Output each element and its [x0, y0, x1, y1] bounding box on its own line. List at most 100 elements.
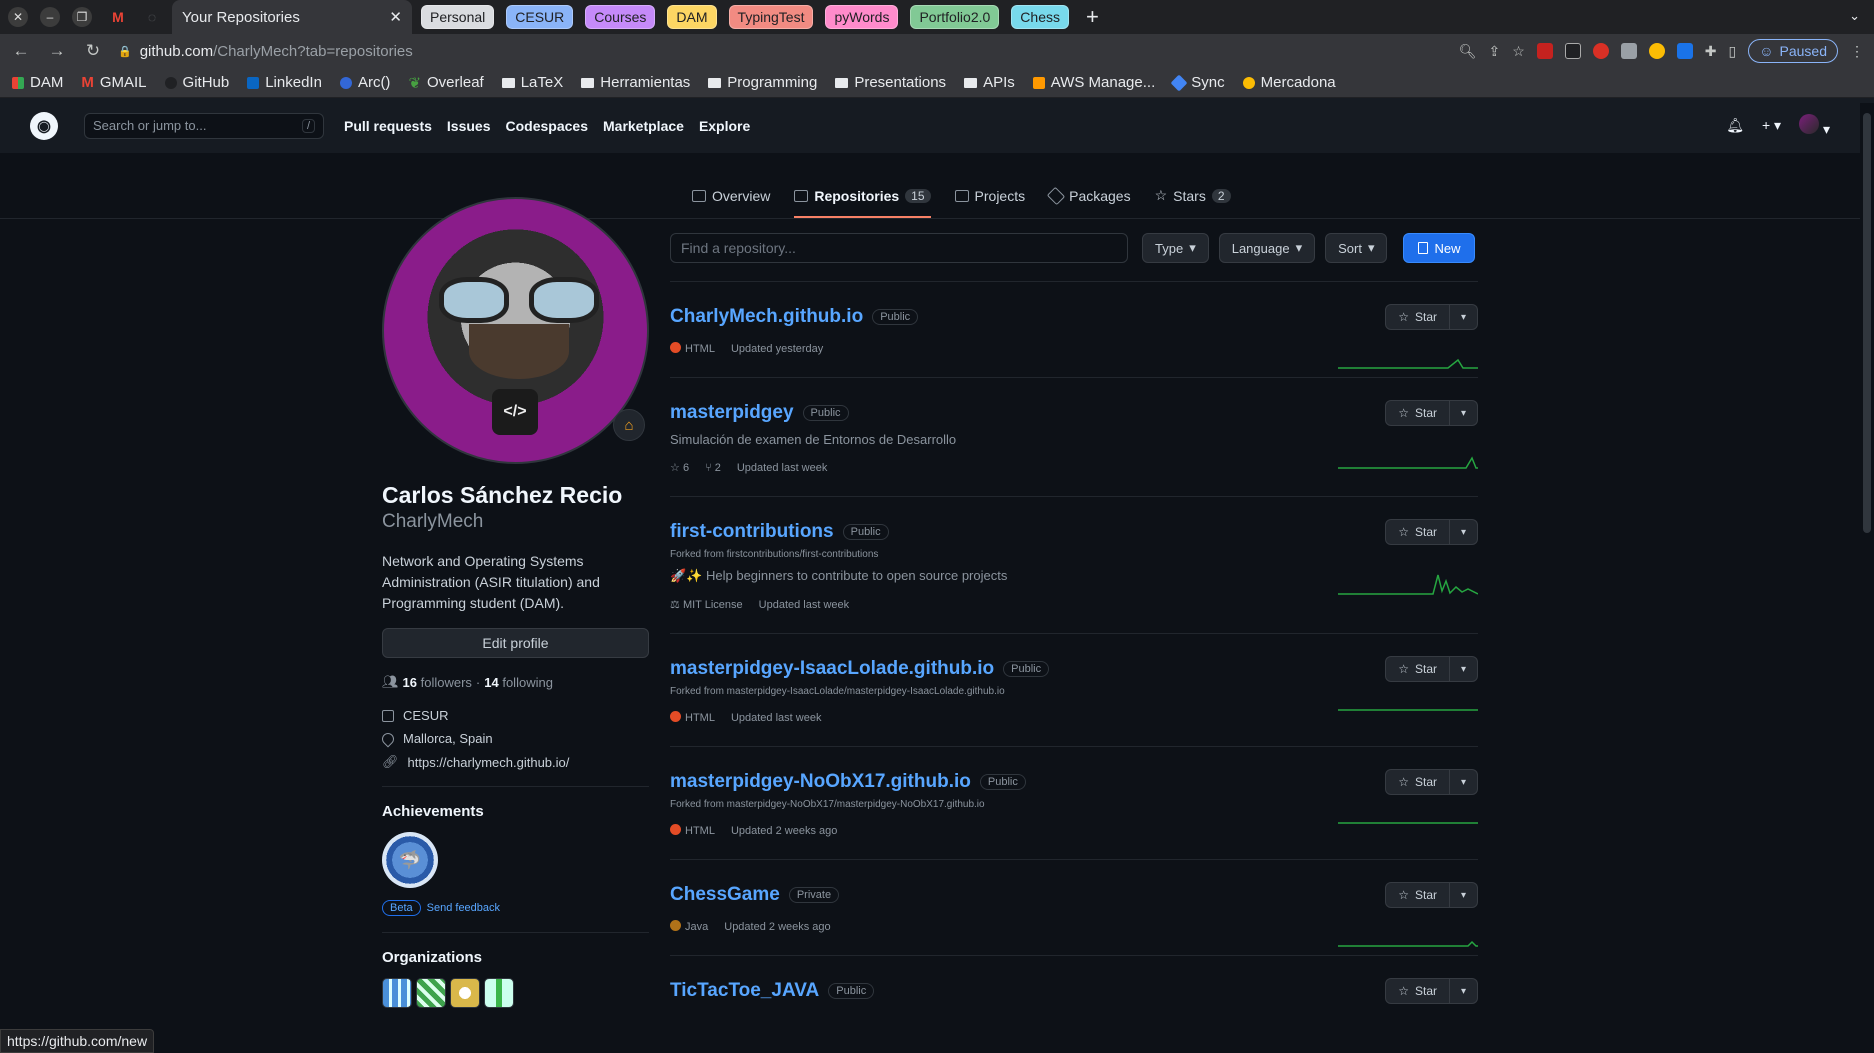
nav-marketplace[interactable]: Marketplace: [603, 118, 684, 134]
nav-pull-requests[interactable]: Pull requests: [344, 118, 432, 134]
forward-icon[interactable]: →: [46, 41, 68, 61]
tab-group-chess[interactable]: Chess: [1011, 5, 1069, 29]
tab-packages[interactable]: Packages: [1046, 186, 1131, 218]
github-logo-icon[interactable]: ◉: [30, 111, 58, 140]
repo-name-link[interactable]: masterpidgey-NoObX17.github.io: [670, 771, 971, 793]
repo-name-link[interactable]: masterpidgey: [670, 402, 794, 424]
bookmark-programming[interactable]: Programming: [708, 74, 817, 91]
type-dropdown[interactable]: Type ▾: [1142, 233, 1209, 263]
extension-icon[interactable]: [1620, 43, 1637, 59]
language-dropdown[interactable]: Language ▾: [1218, 233, 1316, 263]
bookmark-dam[interactable]: DAM: [12, 74, 63, 91]
new-repository-button[interactable]: New: [1403, 233, 1476, 263]
sort-dropdown[interactable]: Sort ▾: [1325, 233, 1388, 263]
bookmark-linkedin[interactable]: LinkedIn: [247, 74, 322, 91]
star-list-dropdown[interactable]: ▾: [1450, 400, 1478, 426]
star-list-dropdown[interactable]: ▾: [1450, 882, 1478, 908]
back-icon[interactable]: ←: [10, 41, 32, 61]
nav-explore[interactable]: Explore: [699, 118, 750, 134]
stargazers-link[interactable]: ☆ 6: [670, 461, 689, 474]
repo-name-link[interactable]: masterpidgey-IsaacLolade.github.io: [670, 658, 994, 680]
achievement-badge-icon[interactable]: 🦈: [382, 832, 438, 888]
url-field[interactable]: 🔒 github.com/CharlyMech?tab=repositories: [118, 43, 1445, 60]
bookmark-herramientas[interactable]: Herramientas: [581, 74, 690, 91]
star-button[interactable]: ☆ Star: [1385, 769, 1450, 795]
repo-name-link[interactable]: first-contributions: [670, 521, 834, 543]
tab-group-personal[interactable]: Personal: [421, 5, 495, 29]
tab-group-courses[interactable]: Courses: [585, 5, 656, 29]
puzzle-icon[interactable]: ✚: [1705, 43, 1717, 60]
star-button[interactable]: ☆ Star: [1385, 978, 1450, 1004]
repo-name-link[interactable]: ChessGame: [670, 884, 780, 906]
followers-link[interactable]: 16 followers: [403, 675, 472, 690]
tab-search-icon[interactable]: ⌄: [1849, 8, 1860, 24]
tab-overview[interactable]: Overview: [692, 188, 770, 218]
user-menu[interactable]: ▾: [1799, 113, 1830, 138]
notifications-bell-icon[interactable]: 🔔︎: [1726, 117, 1744, 134]
extension-icon[interactable]: [1592, 43, 1609, 59]
minimize-window-icon[interactable]: –: [40, 7, 60, 27]
extension-icon[interactable]: [1536, 43, 1553, 59]
set-status-icon[interactable]: ⌂: [613, 409, 645, 441]
tab-group-portfolio[interactable]: Portfolio2.0: [910, 5, 1000, 29]
bookmark-latex[interactable]: LaTeX: [501, 74, 563, 91]
sidepanel-icon[interactable]: ▯: [1729, 43, 1737, 60]
website-link[interactable]: https://charlymech.github.io/: [408, 755, 570, 770]
organization-avatar[interactable]: [484, 978, 514, 1008]
restore-window-icon[interactable]: ❐: [72, 7, 92, 27]
tab-projects[interactable]: Projects: [954, 188, 1025, 218]
scrollbar-thumb[interactable]: [1863, 113, 1871, 533]
star-button[interactable]: ☆ Star: [1385, 304, 1450, 330]
star-list-dropdown[interactable]: ▾: [1450, 304, 1478, 330]
tab-group-dam[interactable]: DAM: [667, 5, 717, 29]
following-link[interactable]: 14 following: [484, 675, 553, 690]
zoom-icon[interactable]: 🔍︎: [1459, 43, 1477, 60]
nav-issues[interactable]: Issues: [447, 118, 491, 134]
close-tab-icon[interactable]: ✕: [389, 8, 402, 26]
share-icon[interactable]: ⇪: [1488, 43, 1500, 60]
star-button[interactable]: ☆ Star: [1385, 519, 1450, 545]
page-scrollbar[interactable]: [1860, 103, 1874, 1053]
bookmark-sync[interactable]: Sync: [1170, 74, 1225, 91]
organization-avatar[interactable]: [416, 978, 446, 1008]
reload-icon[interactable]: ↻: [82, 41, 104, 61]
gmail-pinned-tab[interactable]: M: [104, 3, 132, 31]
forks-link[interactable]: ⑂ 2: [705, 462, 721, 474]
star-list-dropdown[interactable]: ▾: [1450, 656, 1478, 682]
profile-status-button[interactable]: ☺ Paused: [1748, 39, 1838, 63]
star-button[interactable]: ☆ Star: [1385, 656, 1450, 682]
tab-group-pywords[interactable]: pyWords: [825, 5, 899, 29]
bookmark-presentations[interactable]: Presentations: [835, 74, 946, 91]
new-tab-icon[interactable]: +: [1086, 4, 1099, 30]
close-window-icon[interactable]: ✕: [8, 7, 28, 27]
edit-profile-button[interactable]: Edit profile: [382, 628, 649, 658]
tab-group-cesur[interactable]: CESUR: [506, 5, 574, 29]
github-search-input[interactable]: Search or jump to... /: [84, 112, 324, 139]
extension-icon[interactable]: [1648, 43, 1665, 59]
tab-group-typingtest[interactable]: TypingTest: [728, 5, 814, 29]
star-list-dropdown[interactable]: ▾: [1450, 978, 1478, 1004]
organization-avatar[interactable]: [450, 978, 480, 1008]
star-list-dropdown[interactable]: ▾: [1450, 769, 1478, 795]
extension-icon[interactable]: [1564, 43, 1581, 59]
star-button[interactable]: ☆ Star: [1385, 882, 1450, 908]
bookmark-mercadona[interactable]: Mercadona: [1242, 74, 1336, 91]
star-list-dropdown[interactable]: ▾: [1450, 519, 1478, 545]
bookmark-github[interactable]: GitHub: [164, 74, 229, 91]
organization-avatar[interactable]: [382, 978, 412, 1008]
bookmark-gmail[interactable]: M GMAIL: [81, 74, 146, 91]
bookmark-star-icon[interactable]: ☆: [1512, 43, 1525, 60]
tab-stars[interactable]: ☆ Stars 2: [1155, 187, 1231, 218]
extension-icon[interactable]: [1676, 43, 1693, 59]
bookmark-aws[interactable]: AWS Manage...: [1032, 74, 1155, 91]
profile-avatar[interactable]: </> ⌂: [382, 197, 649, 464]
create-new-plus-icon[interactable]: + ▾: [1762, 117, 1781, 134]
star-button[interactable]: ☆ Star: [1385, 400, 1450, 426]
bookmark-arc[interactable]: Arc(): [339, 74, 390, 91]
loading-pinned-tab[interactable]: ◌: [138, 3, 166, 31]
active-tab[interactable]: Your Repositories ✕: [172, 0, 412, 34]
bookmark-apis[interactable]: APIs: [964, 74, 1015, 91]
repo-name-link[interactable]: TicTacToe_JAVA: [670, 980, 819, 1002]
bookmark-overleaf[interactable]: ❦ Overleaf: [408, 74, 483, 92]
nav-codespaces[interactable]: Codespaces: [506, 118, 588, 134]
